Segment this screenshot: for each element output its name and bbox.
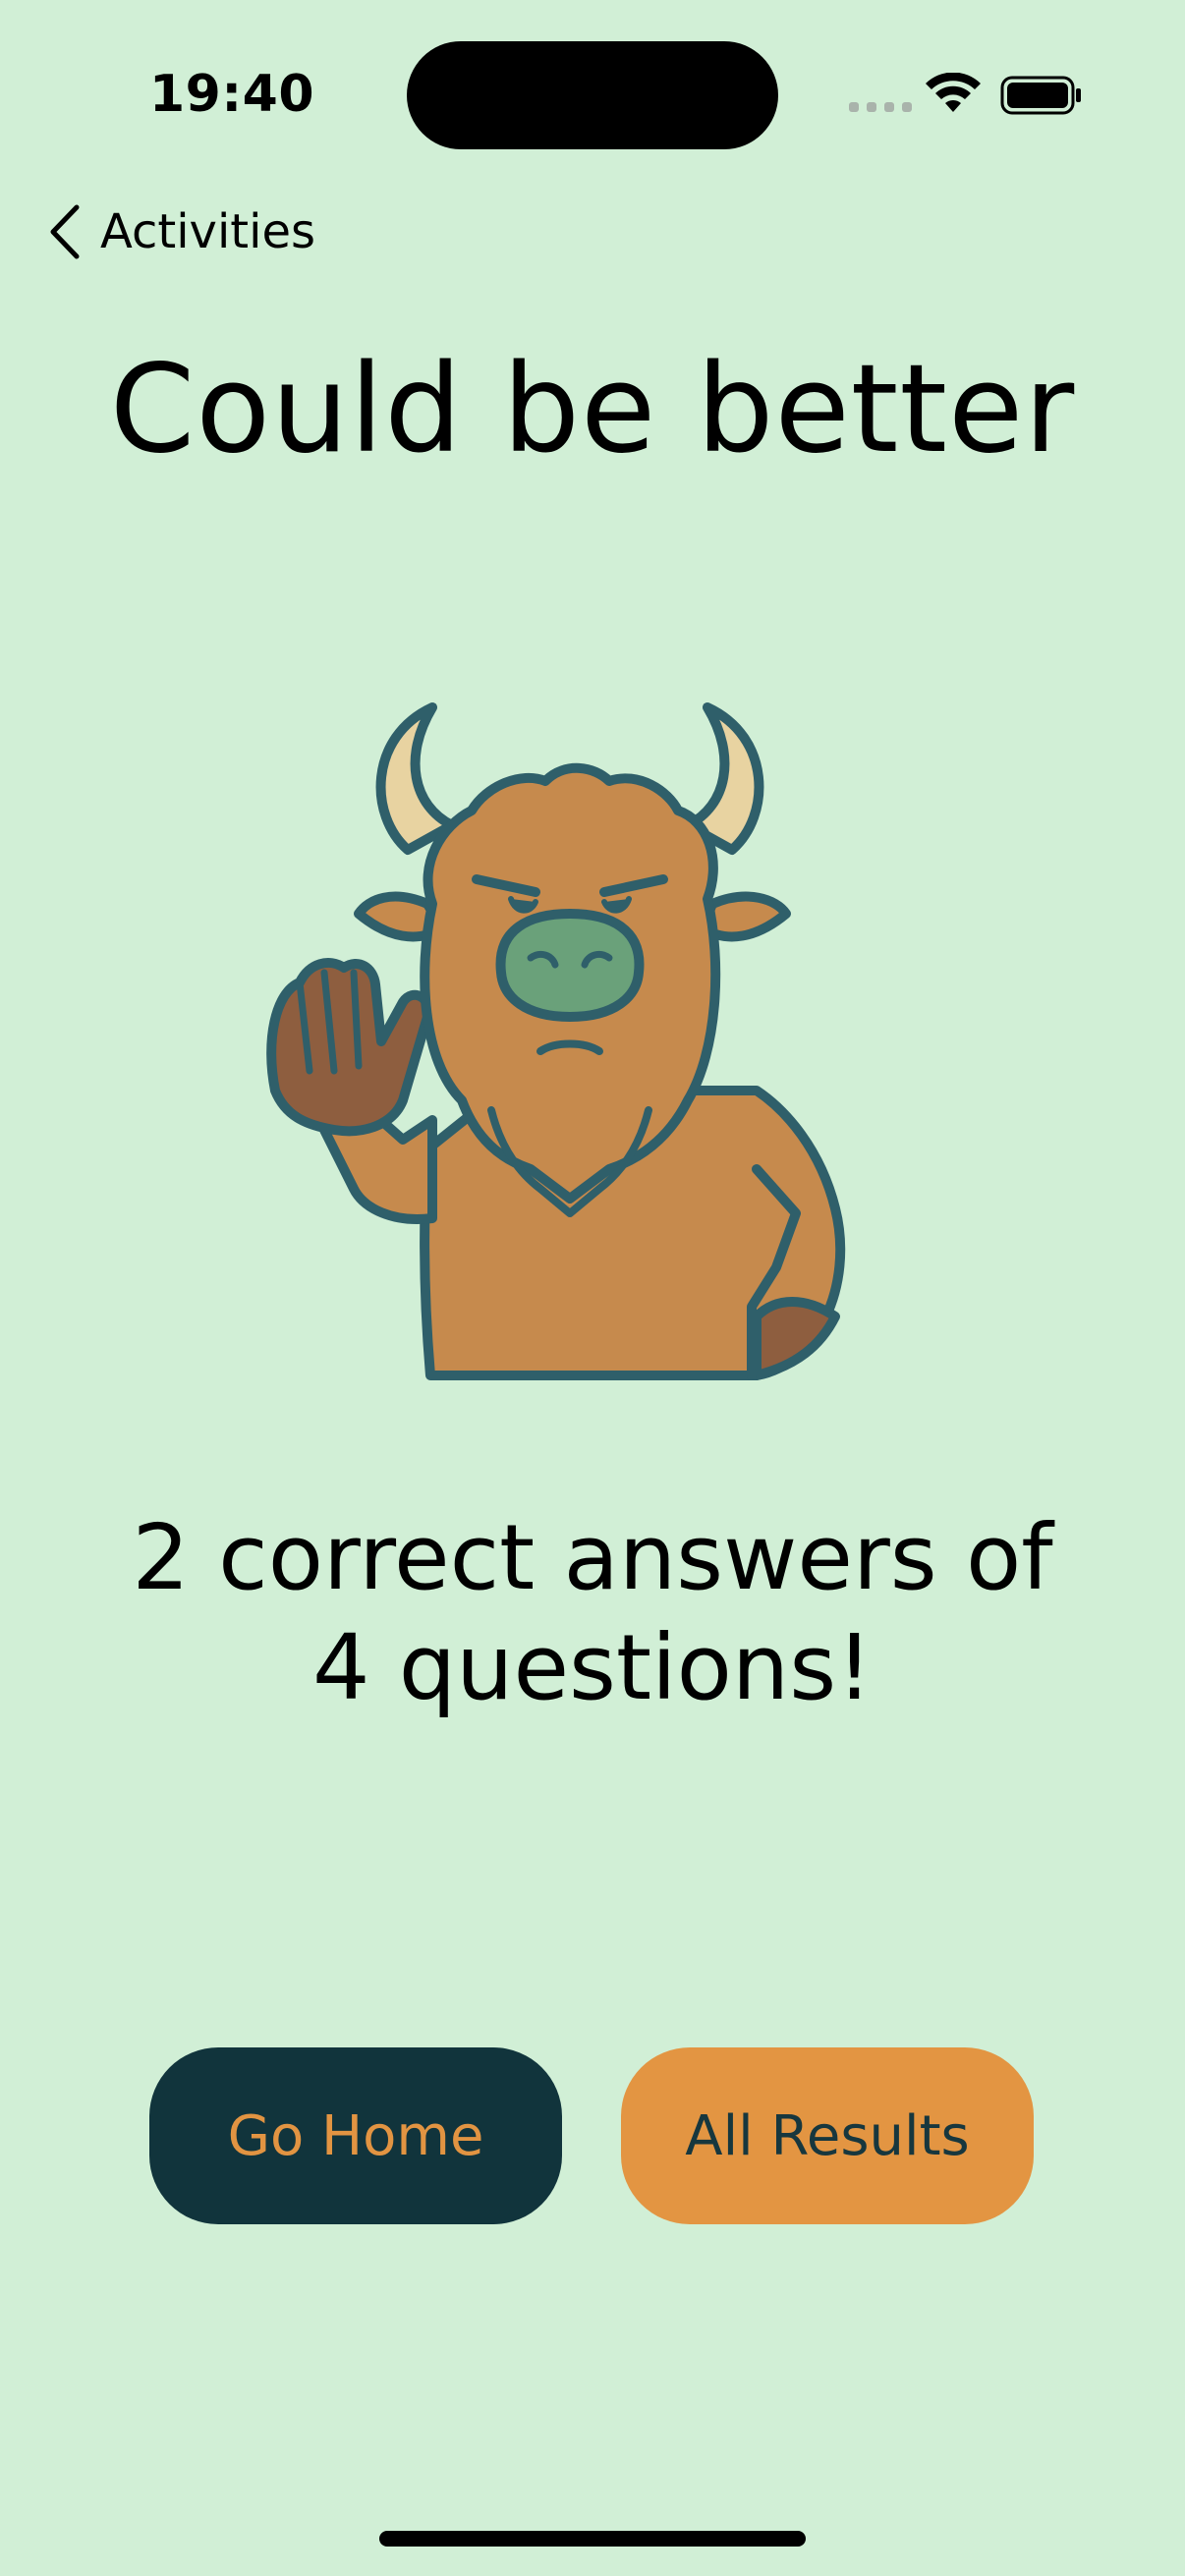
chevron-left-icon [50,204,80,259]
cellular-signal-icon [849,102,912,112]
result-line-1: 2 correct answers of [132,1505,1053,1610]
wifi-icon [926,73,981,112]
go-home-button[interactable]: Go Home [149,2047,562,2224]
result-line-2: 4 questions! [311,1615,874,1720]
back-button[interactable]: Activities [47,196,315,267]
all-results-button[interactable]: All Results [621,2047,1034,2224]
bison-mascot-icon [266,702,846,1380]
home-indicator[interactable] [379,2531,806,2547]
battery-icon [1000,76,1081,115]
status-bar: 19:40 [0,0,1185,187]
back-button-label: Activities [100,204,315,259]
status-time: 19:40 [149,65,315,124]
page-title: Could be better [109,339,1076,480]
result-summary: 2 correct answers of 4 questions! [0,1503,1185,1723]
dynamic-island [407,41,778,149]
